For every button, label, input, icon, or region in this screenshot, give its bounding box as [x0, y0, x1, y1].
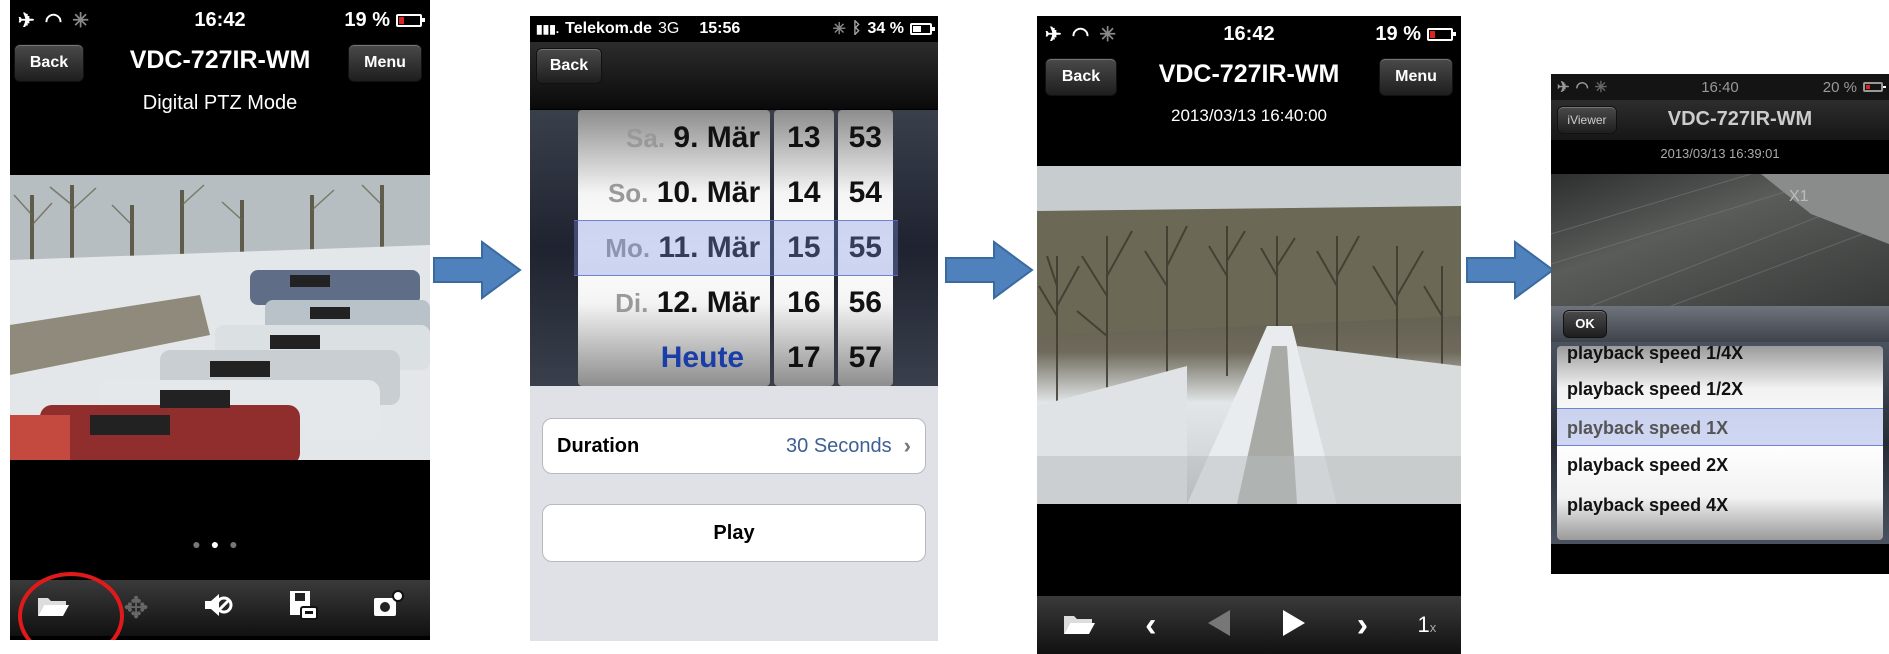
folder-icon[interactable] — [1062, 610, 1096, 641]
play-icon[interactable] — [1281, 608, 1307, 643]
rewind-icon[interactable] — [1206, 608, 1232, 643]
speed-value: 1 — [1417, 612, 1430, 637]
mode-label: Digital PTZ Mode — [142, 92, 298, 114]
duration-label: Duration — [557, 434, 640, 457]
camera-feed-image[interactable] — [10, 175, 430, 460]
screen-playback: ✈ ◠ ✳ 16:42 19 % Back VDC-727IR-WM Menu … — [1037, 16, 1461, 654]
picker-row: So. 10. Mär — [607, 176, 761, 209]
chevron-right-icon: › — [903, 433, 911, 458]
next-icon[interactable]: › — [1357, 606, 1368, 645]
move-icon[interactable]: ✥ — [123, 591, 148, 626]
status-bar: ✈ ◠ ✳ 16:40 20 % — [1551, 74, 1889, 100]
nav-bar: iViewer VDC-727IR-WM — [1551, 100, 1889, 140]
page-dot: ● — [192, 536, 211, 552]
speed-option-selected[interactable]: playback speed 1X — [1557, 408, 1883, 446]
duration-value: 30 Seconds — [786, 434, 892, 457]
picker-minute: 57 — [848, 341, 882, 374]
battery-icon — [1863, 82, 1886, 92]
page: ✈ ◠ ✳ 16:42 19 % Back VDC-727IR-WM Menu … — [0, 0, 1889, 654]
menu-button[interactable]: Menu — [1379, 58, 1453, 96]
nav-bar: Back VDC-727IR-WM Menu Digital PTZ Mode — [10, 40, 430, 122]
nav-bar: Back — [530, 42, 938, 110]
picker-row-today: Heute — [660, 341, 745, 374]
bluetooth-icon: ᛒ — [851, 20, 862, 37]
battery-percent: 34 % — [867, 20, 904, 37]
signal-icon: ▮▮▮. — [536, 22, 560, 36]
battery-icon — [910, 23, 935, 35]
duration-row[interactable]: Duration 30 Seconds › — [542, 418, 926, 474]
speed-picker[interactable]: playback speed 1/4X playback speed 1/2X … — [1551, 342, 1889, 544]
carrier-name: Telekom.de — [565, 20, 652, 37]
picker-minute: 53 — [848, 121, 882, 154]
previous-icon[interactable]: ‹ — [1145, 606, 1156, 645]
flow-arrow-icon — [1466, 240, 1555, 300]
page-dot-active: ● — [210, 536, 230, 552]
picker-row: Di. 12. Mär — [615, 286, 761, 319]
playback-video-image[interactable] — [1037, 166, 1461, 504]
status-time: 16:40 — [1701, 78, 1739, 96]
status-bar: ✈ ◠ ✳ 16:42 19 % — [10, 0, 430, 40]
play-button[interactable]: Play — [542, 504, 926, 562]
ok-button[interactable]: OK — [1563, 310, 1607, 338]
menu-button[interactable]: Menu — [348, 44, 422, 82]
speed-option[interactable]: playback speed 1/4X — [1557, 346, 1883, 370]
picker-hour: 17 — [787, 341, 821, 374]
screen-live-view: ✈ ◠ ✳ 16:42 19 % Back VDC-727IR-WM Menu … — [10, 0, 430, 640]
speed-option[interactable]: playback speed 2X — [1557, 446, 1883, 484]
playback-toolbar: ‹ › 1x — [1037, 596, 1461, 654]
status-time: 15:56 — [699, 20, 741, 37]
speed-indicator[interactable]: 1x — [1417, 612, 1436, 638]
picker-minute: 56 — [848, 286, 882, 319]
speed-option[interactable]: playback speed 4X — [1557, 484, 1883, 522]
back-button[interactable]: Back — [536, 48, 602, 84]
screen-playback-speed: ✈ ◠ ✳ 16:40 20 % iViewer VDC-727IR-WM 20… — [1551, 74, 1889, 574]
zoom-label: X1 — [1789, 188, 1809, 205]
picker-toolbar: OK — [1551, 306, 1889, 342]
camera-settings-icon[interactable] — [372, 589, 404, 627]
page-dot: ● — [229, 536, 248, 552]
picker-hour: 14 — [787, 176, 821, 209]
speed-suffix: x — [1429, 620, 1437, 635]
status-time: 16:42 — [1223, 22, 1275, 45]
playback-video-dimmed: X1 — [1551, 174, 1889, 306]
activity-icon: ✳ — [832, 21, 846, 38]
network-type: 3G — [658, 20, 680, 37]
page-indicator: ●●● — [10, 536, 430, 552]
battery-icon — [396, 13, 425, 27]
playback-timestamp: 2013/03/13 16:39:01 — [1660, 146, 1780, 161]
status-bar: ✈ ◠ ✳ 16:42 19 % — [1037, 16, 1461, 52]
picker-hour: 13 — [787, 121, 821, 154]
battery-icon — [1427, 27, 1456, 41]
screen-date-picker: ▮▮▮. Telekom.de 3G 15:56 ✳ ᛒ 34 % Back S… — [530, 16, 938, 641]
flow-arrow-icon — [945, 240, 1034, 300]
speed-option[interactable]: playback speed 1/2X — [1557, 370, 1883, 408]
picker-row: Sa. 9. Mär — [626, 121, 761, 154]
playback-timestamp: 2013/03/13 16:40:00 — [1171, 106, 1327, 125]
nav-bar: Back VDC-727IR-WM Menu 2013/03/13 16:40:… — [1037, 52, 1461, 138]
status-time: 16:42 — [194, 8, 246, 31]
save-icon[interactable] — [287, 589, 319, 628]
picker-minute: 54 — [848, 176, 882, 209]
date-time-picker[interactable]: Sa. 9. Mär So. 10. Mär Mo. 11. Mär Di. 1… — [530, 110, 938, 386]
camera-title: VDC-727IR-WM — [1667, 108, 1813, 130]
status-bar: ▮▮▮. Telekom.de 3G 15:56 ✳ ᛒ 34 % — [530, 16, 938, 42]
flow-arrow-icon — [433, 240, 522, 300]
picker-selection-bar — [574, 220, 898, 276]
speaker-mute-icon[interactable] — [202, 591, 234, 626]
picker-hour: 16 — [787, 286, 821, 319]
